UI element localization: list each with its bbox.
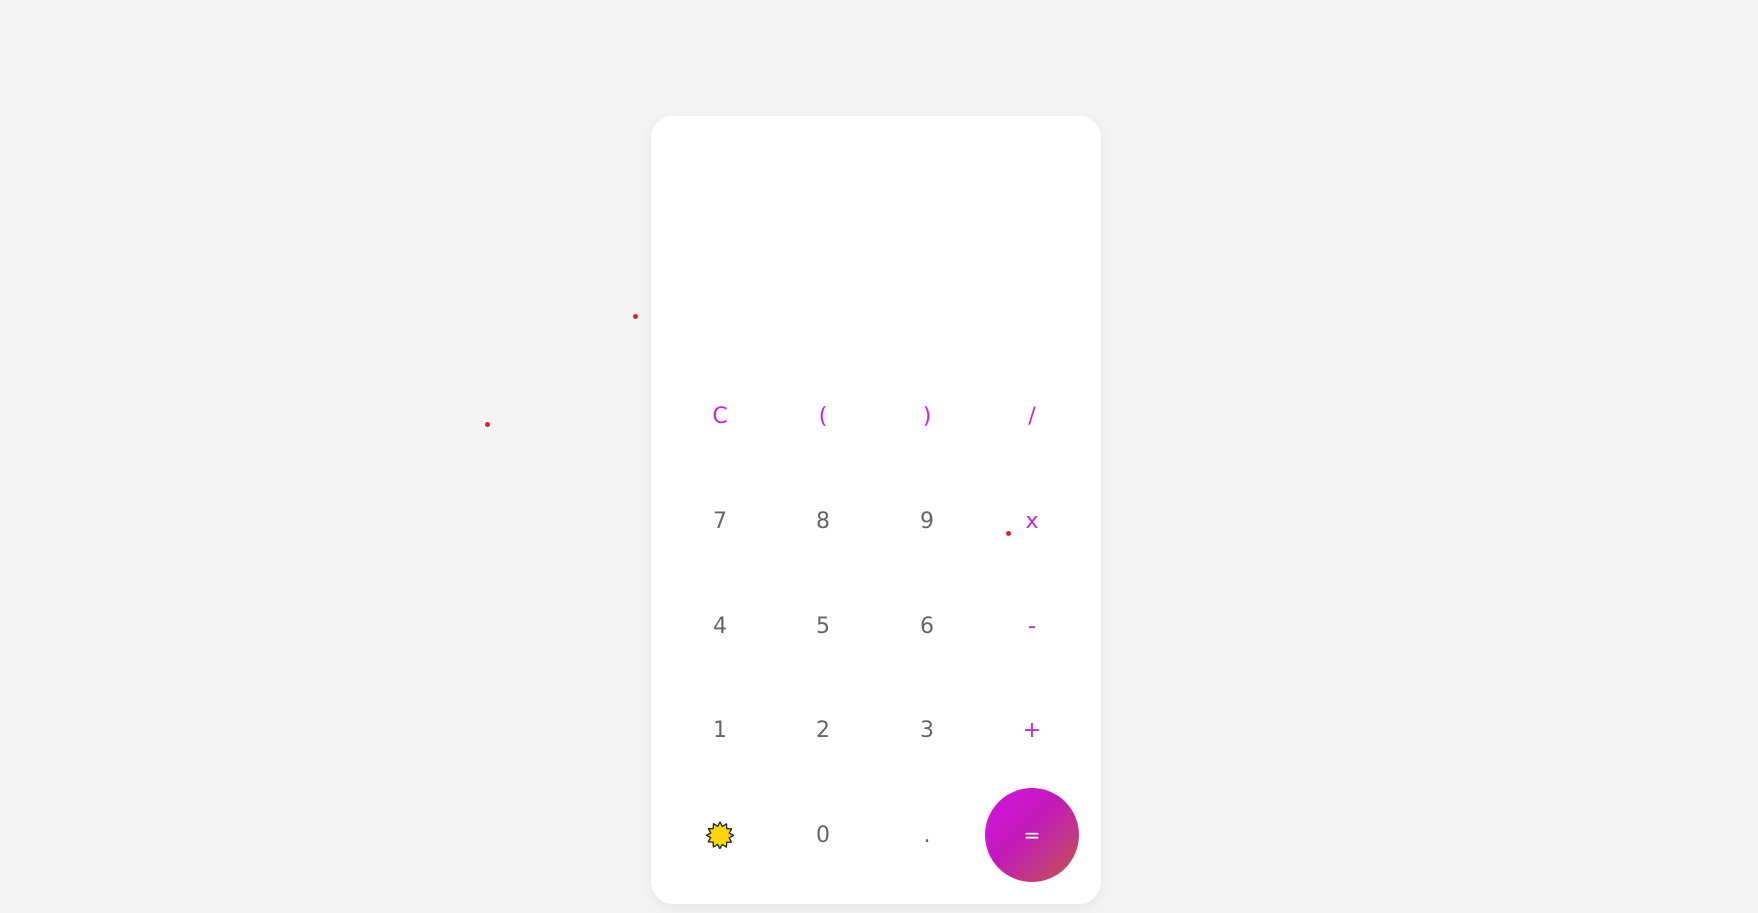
digit-6-button[interactable]: 6 (880, 579, 974, 673)
keypad: C ( ) / 7 8 9 x 4 5 6 - 1 2 3 + 0 . = (651, 116, 1101, 904)
digit-7-button[interactable]: 7 (673, 474, 767, 568)
digit-9-button[interactable]: 9 (880, 474, 974, 568)
equals-button[interactable]: = (985, 788, 1079, 882)
digit-3-button[interactable]: 3 (880, 683, 974, 777)
decimal-button[interactable]: . (880, 788, 974, 882)
digit-4-button[interactable]: 4 (673, 579, 767, 673)
digit-2-button[interactable]: 2 (776, 683, 870, 777)
clear-button[interactable]: C (673, 369, 767, 463)
decorative-dot (633, 314, 638, 319)
add-button[interactable]: + (985, 683, 1079, 777)
theme-toggle-button[interactable] (673, 788, 767, 882)
sun-icon (706, 821, 734, 849)
subtract-button[interactable]: - (985, 579, 1079, 673)
calculator-card: C ( ) / 7 8 9 x 4 5 6 - 1 2 3 + 0 . = (651, 116, 1101, 904)
digit-5-button[interactable]: 5 (776, 579, 870, 673)
decorative-dot (485, 422, 490, 427)
divide-button[interactable]: / (985, 369, 1079, 463)
open-paren-button[interactable]: ( (776, 369, 870, 463)
close-paren-button[interactable]: ) (880, 369, 974, 463)
decorative-dot (1006, 531, 1011, 536)
digit-0-button[interactable]: 0 (776, 788, 870, 882)
multiply-button[interactable]: x (985, 474, 1079, 568)
digit-8-button[interactable]: 8 (776, 474, 870, 568)
digit-1-button[interactable]: 1 (673, 683, 767, 777)
